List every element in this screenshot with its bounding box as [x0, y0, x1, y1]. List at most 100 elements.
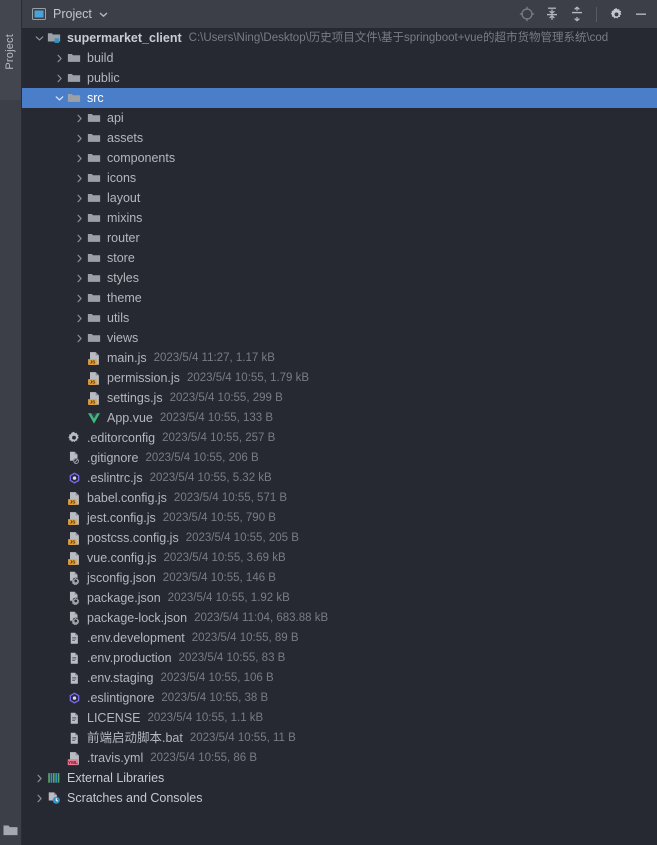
chevron-right-icon[interactable]	[32, 768, 46, 788]
chevron-right-icon[interactable]	[72, 148, 86, 168]
tree-row-label: main.js	[107, 351, 147, 365]
json-file-icon	[66, 590, 82, 606]
tree-row[interactable]: .eslintignore 2023/5/4 10:55, 38 B	[22, 688, 657, 708]
chevron-right-icon[interactable]	[72, 288, 86, 308]
tree-row[interactable]: .env.development 2023/5/4 10:55, 89 B	[22, 628, 657, 648]
expand-all-icon[interactable]	[544, 6, 560, 22]
chevron-right-icon[interactable]	[52, 68, 66, 88]
tree-row[interactable]: LICENSE 2023/5/4 10:55, 1.1 kB	[22, 708, 657, 728]
json-file-icon	[66, 610, 82, 626]
tree-row[interactable]: store	[22, 248, 657, 268]
locate-icon[interactable]	[519, 6, 535, 22]
tree-row-label: api	[107, 111, 124, 125]
chevron-down-icon[interactable]	[52, 88, 66, 108]
chevron-right-icon[interactable]	[72, 228, 86, 248]
tree-row[interactable]: External Libraries	[22, 768, 657, 788]
project-selector[interactable]: Project	[31, 6, 110, 22]
chevron-right-icon[interactable]	[72, 128, 86, 148]
tree-row[interactable]: router	[22, 228, 657, 248]
tree-row[interactable]: package-lock.json 2023/5/4 11:04, 683.88 …	[22, 608, 657, 628]
tree-row[interactable]: JS jest.config.js 2023/5/4 10:55, 790 B	[22, 508, 657, 528]
project-title: Project	[53, 6, 92, 21]
tree-row[interactable]: JS settings.js 2023/5/4 10:55, 299 B	[22, 388, 657, 408]
tree-row[interactable]: mixins	[22, 208, 657, 228]
tree-row[interactable]: assets	[22, 128, 657, 148]
chevron-right-icon[interactable]	[72, 248, 86, 268]
tree-row[interactable]: package.json 2023/5/4 10:55, 1.92 kB	[22, 588, 657, 608]
tree-row[interactable]: views	[22, 328, 657, 348]
tree-row[interactable]: JS postcss.config.js 2023/5/4 10:55, 205 B	[22, 528, 657, 548]
chevron-right-icon[interactable]	[72, 308, 86, 328]
tree-row-meta: C:\Users\Ning\Desktop\历史项目文件\基于springboo…	[188, 32, 609, 44]
tree-row-label: .editorconfig	[87, 431, 156, 445]
tree-row-label: .travis.yml	[87, 751, 144, 765]
tree-row-label: .env.staging	[87, 671, 154, 685]
folder-icon	[86, 270, 102, 286]
chevron-right-icon[interactable]	[72, 188, 86, 208]
tree-row-label: components	[107, 151, 176, 165]
tree-row[interactable]: api	[22, 108, 657, 128]
tree-row-meta: 2023/5/4 10:55, 83 B	[178, 652, 286, 664]
chevron-right-icon[interactable]	[72, 168, 86, 188]
js-file-icon: JS	[66, 510, 82, 526]
tree-row-label: vue.config.js	[87, 551, 157, 565]
tree-row[interactable]: .env.staging 2023/5/4 10:55, 106 B	[22, 668, 657, 688]
tree-row-meta: 2023/5/4 10:55, 89 B	[191, 632, 299, 644]
tree-row[interactable]: styles	[22, 268, 657, 288]
tree-row[interactable]: supermarket_client C:\Users\Ning\Desktop\…	[22, 28, 657, 48]
tree-row[interactable]: YML .travis.yml 2023/5/4 10:55, 86 B	[22, 748, 657, 768]
tree-row-label: .gitignore	[87, 451, 139, 465]
eslint-file-icon	[66, 470, 82, 486]
tree-row[interactable]: icons	[22, 168, 657, 188]
tree-row-meta: 2023/5/4 10:55, 106 B	[160, 672, 274, 684]
chevron-right-icon[interactable]	[72, 268, 86, 288]
tree-row[interactable]: jsconfig.json 2023/5/4 10:55, 146 B	[22, 568, 657, 588]
tree-row[interactable]: JS main.js 2023/5/4 11:27, 1.17 kB	[22, 348, 657, 368]
chevron-right-icon[interactable]	[72, 108, 86, 128]
tree-row-label: babel.config.js	[87, 491, 167, 505]
tree-row[interactable]: .gitignore 2023/5/4 10:55, 206 B	[22, 448, 657, 468]
tree-row[interactable]: JS babel.config.js 2023/5/4 10:55, 571 B	[22, 488, 657, 508]
tree-row[interactable]: .eslintrc.js 2023/5/4 10:55, 5.32 kB	[22, 468, 657, 488]
tree-row[interactable]: .env.production 2023/5/4 10:55, 83 B	[22, 648, 657, 668]
chevron-down-icon[interactable]	[32, 28, 46, 48]
collapse-all-icon[interactable]	[569, 6, 585, 22]
tree-row[interactable]: App.vue 2023/5/4 10:55, 133 B	[22, 408, 657, 428]
chevron-right-icon[interactable]	[72, 208, 86, 228]
tree-row-meta: 2023/5/4 10:55, 5.32 kB	[149, 472, 272, 484]
js-file-icon: JS	[66, 550, 82, 566]
tree-row[interactable]: layout	[22, 188, 657, 208]
tree-row[interactable]: src	[22, 88, 657, 108]
tree-row-label: jsconfig.json	[87, 571, 156, 585]
chevron-right-icon[interactable]	[52, 48, 66, 68]
chevron-down-icon[interactable]	[98, 8, 110, 20]
settings-gear-icon[interactable]	[608, 6, 624, 22]
tree-row[interactable]: public	[22, 68, 657, 88]
toolbar-divider	[596, 6, 597, 22]
js-file-icon: JS	[86, 350, 102, 366]
tree-row[interactable]: build	[22, 48, 657, 68]
js-file-icon: JS	[86, 370, 102, 386]
chevron-right-icon[interactable]	[32, 788, 46, 808]
hide-icon[interactable]	[633, 6, 649, 22]
js-file-icon: JS	[66, 490, 82, 506]
folder-icon	[86, 250, 102, 266]
tree-row[interactable]: theme	[22, 288, 657, 308]
tree-row[interactable]: components	[22, 148, 657, 168]
tree-row[interactable]: JS vue.config.js 2023/5/4 10:55, 3.69 kB	[22, 548, 657, 568]
chevron-right-icon[interactable]	[72, 328, 86, 348]
tree-row[interactable]: utils	[22, 308, 657, 328]
rail-tab-project[interactable]: Project	[0, 0, 21, 100]
svg-text:JS: JS	[69, 519, 76, 525]
tree-row[interactable]: JS permission.js 2023/5/4 10:55, 1.79 kB	[22, 368, 657, 388]
tree-row[interactable]: .editorconfig 2023/5/4 10:55, 257 B	[22, 428, 657, 448]
tree-row[interactable]: Scratches and Consoles	[22, 788, 657, 808]
project-file-tree[interactable]: supermarket_client C:\Users\Ning\Desktop\…	[22, 28, 657, 845]
tree-row[interactable]: 前端启动脚本.bat 2023/5/4 10:55, 11 B	[22, 728, 657, 748]
